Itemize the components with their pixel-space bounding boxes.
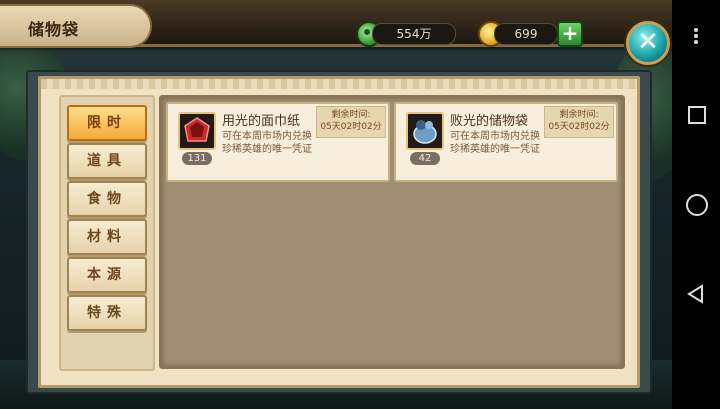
item-grid: 131 用光的面巾纸 可在本周市场内兑换珍稀英雄的唯一凭证 剩余时间: 05天0… xyxy=(159,95,625,369)
tab-items[interactable]: 道具 xyxy=(67,143,147,179)
title-plate: 储物袋 xyxy=(0,4,152,48)
red-gem-icon xyxy=(178,112,216,150)
panel-header-trim xyxy=(41,79,637,89)
item-description: 可在本周市场内兑换珍稀英雄的唯一凭证 xyxy=(450,131,540,155)
triangle-back-icon[interactable] xyxy=(686,284,706,304)
circle-icon[interactable] xyxy=(686,194,708,216)
tab-special[interactable]: 特殊 xyxy=(67,295,147,331)
add-gold-button[interactable]: + xyxy=(557,21,583,47)
tab-limited[interactable]: 限时 xyxy=(67,105,147,141)
bag-panel: 限时 道具 食物 材料 本源 特殊 131 用光的面巾纸 可在本周市场内兑换珍稀… xyxy=(38,76,640,388)
item-name: 用光的面巾纸 xyxy=(222,114,301,129)
item-name: 败光的储物袋 xyxy=(450,114,529,129)
blue-bag-icon xyxy=(406,112,444,150)
item-card[interactable]: 42 败光的储物袋 可在本周市场内兑换珍稀英雄的唯一凭证 剩余时间: 05天02… xyxy=(394,102,618,182)
category-tabs: 限时 道具 食物 材料 本源 特殊 xyxy=(59,95,155,371)
timer-label: 剩余时间: xyxy=(331,110,371,120)
item-card[interactable]: 131 用光的面巾纸 可在本周市场内兑换珍稀英雄的唯一凭证 剩余时间: 05天0… xyxy=(166,102,390,182)
android-nav-bar xyxy=(672,0,720,409)
tab-materials[interactable]: 材料 xyxy=(67,219,147,255)
item-count: 131 xyxy=(182,152,212,165)
tab-origin[interactable]: 本源 xyxy=(67,257,147,293)
timer-value: 05天02时02分 xyxy=(320,122,382,132)
jade-amount: 554万 xyxy=(372,23,456,45)
gold-amount: 699 xyxy=(494,23,558,45)
tab-food[interactable]: 食物 xyxy=(67,181,147,217)
top-bar: 储物袋 554万 699 + xyxy=(0,0,672,48)
square-icon[interactable] xyxy=(688,106,706,124)
timer-label: 剩余时间: xyxy=(559,110,599,120)
item-description: 可在本周市场内兑换珍稀英雄的唯一凭证 xyxy=(222,131,312,155)
timer-value: 05天02时02分 xyxy=(548,122,610,132)
close-button[interactable]: ✕ xyxy=(626,21,670,65)
item-count: 42 xyxy=(410,152,440,165)
page-title: 储物袋 xyxy=(28,20,80,39)
item-timer: 剩余时间: 05天02时02分 xyxy=(316,106,386,138)
more-vert-icon[interactable] xyxy=(694,28,698,44)
item-timer: 剩余时间: 05天02时02分 xyxy=(544,106,614,138)
